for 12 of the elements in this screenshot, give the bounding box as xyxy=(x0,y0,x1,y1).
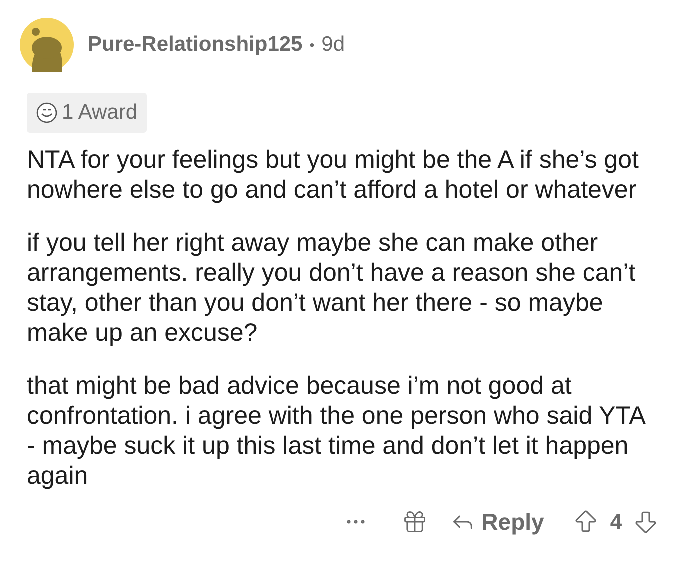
comment-paragraph: NTA for your feelings but you might be the A if she’s got nowhere else to go and can’t afford a hotel or whatever xyxy=(27,145,640,205)
reply-button[interactable]: Reply xyxy=(450,505,544,540)
gift-icon[interactable] xyxy=(402,509,428,536)
award-icon xyxy=(36,102,58,124)
comment-paragraph: if you tell her right away maybe she can make other arrangements. really you don’t have a reason she can’t stay, other than you don’t want her there - so maybe make up an excuse? xyxy=(27,228,637,348)
separator-dot: • xyxy=(310,36,315,54)
username[interactable]: Pure-Relationship125 xyxy=(88,29,303,61)
avatar-icon xyxy=(20,18,74,72)
award-badge[interactable]: 1 Award xyxy=(27,93,146,133)
vote-score: 4 xyxy=(610,510,622,536)
comment-age: 9d xyxy=(322,32,345,58)
comment-paragraph: that might be bad advice because i’m not good at confrontation. i agree with the one person who said YTA - maybe suck it up this last time and don’t let it happen again xyxy=(27,371,646,491)
